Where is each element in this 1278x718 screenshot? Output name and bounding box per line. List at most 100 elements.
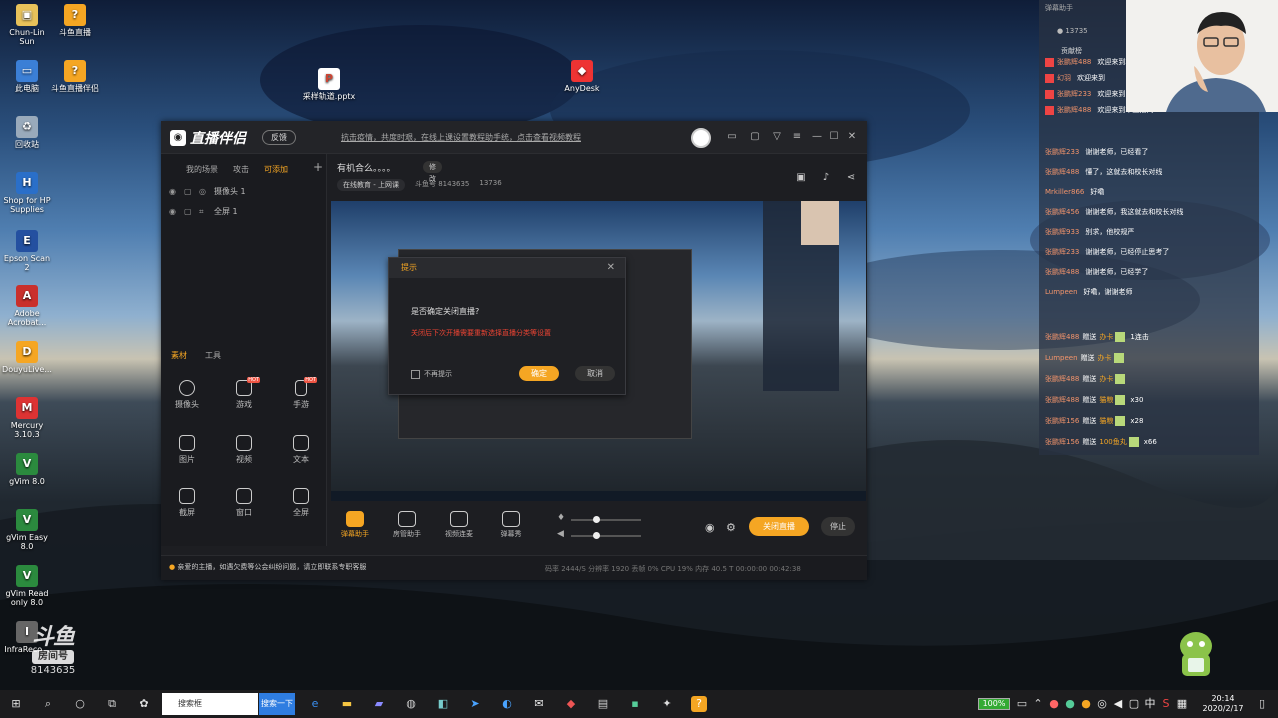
slider-knob[interactable]	[593, 516, 600, 523]
video-link-button[interactable]: 视频连麦	[439, 511, 479, 539]
pause-button[interactable]: 停止	[821, 517, 855, 536]
maximize-icon[interactable]: ☐	[828, 131, 840, 143]
chat-username[interactable]: 张鹏辉233	[1045, 248, 1079, 256]
browser-icon[interactable]: ◐	[499, 696, 515, 712]
notification-icon[interactable]: ▯	[1254, 696, 1270, 712]
globe-icon[interactable]: ◍	[403, 696, 419, 712]
chat-username[interactable]: 张鹏辉488	[1057, 58, 1091, 66]
task-view-icon[interactable]: ⧉	[104, 696, 120, 712]
gift-username[interactable]: 张鹏辉156	[1045, 438, 1079, 446]
eye-icon[interactable]: ◉	[169, 187, 178, 196]
vs-icon[interactable]: ▰	[371, 696, 387, 712]
menu-icon[interactable]: ≡	[791, 131, 803, 143]
chat-username[interactable]: 张鹏辉456	[1045, 208, 1079, 216]
desktop-icon-douyu-companion[interactable]: ? 斗鱼直播伴侣	[47, 60, 103, 93]
search-icon[interactable]: ⌕	[40, 696, 56, 712]
tool-camera[interactable]: 摄像头	[167, 380, 207, 410]
lock-icon[interactable]: ▢	[184, 207, 193, 216]
filter-icon[interactable]: ▽	[771, 131, 783, 143]
wechat-tray-icon[interactable]: ●	[1062, 696, 1078, 712]
tool-screenshot[interactable]: 截屏	[167, 488, 207, 518]
douyu-taskbar-icon[interactable]: ?	[691, 696, 707, 712]
avatar[interactable]	[691, 128, 711, 148]
desktop-icon-gvim[interactable]: VgVim 8.0	[2, 453, 52, 486]
store-icon[interactable]: ▤	[595, 696, 611, 712]
tool-video[interactable]: 视频	[224, 435, 264, 465]
tray-square-icon[interactable]: ▢	[1126, 696, 1142, 712]
stop-stream-button[interactable]: 关闭直播	[749, 517, 809, 536]
desktop-icon-gvim-easy[interactable]: VgVim Easy 8.0	[2, 509, 52, 551]
share-icon[interactable]: ⋖	[845, 172, 857, 184]
room-admin-button[interactable]: 房管助手	[387, 511, 427, 539]
minimize-icon[interactable]: —	[811, 131, 823, 143]
layout-icon[interactable]: ▣	[795, 172, 807, 184]
tab-tools[interactable]: 工具	[205, 350, 221, 361]
desktop-icon-douyulive[interactable]: D DouyuLive...	[2, 341, 52, 374]
speaker-volume-slider[interactable]	[571, 532, 641, 539]
danmu-show-button[interactable]: 弹幕秀	[491, 511, 531, 539]
desktop-icon-epson[interactable]: E Epson Scan 2	[2, 230, 52, 272]
tool-window[interactable]: 窗口	[224, 488, 264, 518]
chat-username[interactable]: Lumpeen	[1045, 288, 1078, 296]
tab-attack[interactable]: 攻击	[233, 164, 249, 175]
input-method-icon[interactable]: 中	[1142, 696, 1158, 712]
danmu-assistant-button[interactable]: 弹幕助手	[335, 511, 375, 539]
fox-icon[interactable]: ✦	[659, 696, 675, 712]
battery-indicator[interactable]: 100%	[978, 698, 1010, 710]
clock[interactable]: 20:14 2020/2/17	[1200, 694, 1246, 714]
tool-fullscreen[interactable]: 全屏	[281, 488, 321, 518]
dialog-close-icon[interactable]: ✕	[607, 262, 615, 273]
mic-volume-slider[interactable]	[571, 516, 641, 523]
app-icon[interactable]: ✿	[136, 696, 152, 712]
tab-addable[interactable]: 可添加	[264, 164, 288, 175]
close-icon[interactable]: ✕	[846, 131, 858, 143]
gift-rank-tab[interactable]: 贡献榜	[1061, 46, 1082, 56]
telegram-icon[interactable]: ➤	[467, 696, 483, 712]
tray-up-icon[interactable]: ⌃	[1030, 696, 1046, 712]
chat-username[interactable]: 幻羽	[1057, 74, 1071, 82]
mail-icon[interactable]: ✉	[531, 696, 547, 712]
desktop-icon-mercury[interactable]: M Mercury 3.10.3	[2, 397, 52, 439]
category-selector[interactable]: 在线教育 - 上网课	[337, 179, 405, 191]
source-item-fullscreen[interactable]: ◉ ▢ ⌗ 全屏 1	[169, 206, 238, 217]
chat-username[interactable]: 张鹏辉233	[1057, 90, 1091, 98]
antivirus-icon[interactable]: S	[1158, 696, 1174, 712]
notes-icon[interactable]: ◧	[435, 696, 451, 712]
tab-materials[interactable]: 素材	[171, 350, 187, 361]
terminal-icon[interactable]: ▪	[627, 696, 643, 712]
desktop-icon-acrobat[interactable]: A Adobe Acrobat...	[2, 285, 52, 327]
volume-icon[interactable]: ◀	[1110, 696, 1126, 712]
confirm-button[interactable]: 确定	[519, 366, 559, 381]
chat-username[interactable]: 张鹏辉933	[1045, 228, 1079, 236]
windows-start-icon[interactable]: ⊞	[8, 696, 24, 712]
dont-remind-checkbox[interactable]: 不再提示	[411, 369, 452, 379]
desktop-icon-chunlin[interactable]: ▣ Chun-Lin Sun	[2, 4, 52, 46]
edge-icon[interactable]: e	[307, 696, 323, 712]
desktop-icon-hp[interactable]: H Shop for HP Supplies	[2, 172, 52, 214]
taskbar-search-button[interactable]: 搜索一下	[259, 693, 295, 715]
desktop-icon-pptx[interactable]: P 采样轨道.pptx	[301, 68, 357, 101]
desktop-icon-gvim-read[interactable]: VgVim Read only 8.0	[2, 565, 52, 607]
chat-username[interactable]: 张鹏辉488	[1045, 268, 1079, 276]
eye-icon[interactable]: ◉	[705, 521, 715, 534]
eye-icon[interactable]: ◉	[169, 207, 178, 216]
desktop-icon-recycle-bin[interactable]: ♻ 回收站	[2, 116, 52, 149]
chat-username[interactable]: Mrkiller866	[1045, 188, 1084, 196]
folder-icon[interactable]: ▬	[339, 696, 355, 712]
screen-icon[interactable]: ▭	[726, 131, 738, 143]
cortana-icon[interactable]: ○	[72, 696, 88, 712]
gift-username[interactable]: Lumpeen	[1045, 354, 1078, 362]
tray-app-icon[interactable]: ●	[1046, 696, 1062, 712]
chat-username[interactable]: 张鹏辉233	[1045, 148, 1079, 156]
gift-username[interactable]: 张鹏辉488	[1045, 375, 1079, 383]
cancel-button[interactable]: 取消	[575, 366, 615, 381]
shirt-icon[interactable]: ▢	[749, 131, 761, 143]
gift-username[interactable]: 张鹏辉488	[1045, 333, 1079, 341]
anydesk-taskbar-icon[interactable]: ◆	[563, 696, 579, 712]
feedback-button[interactable]: 反馈	[262, 130, 296, 145]
edit-title-button[interactable]: 修改	[423, 161, 442, 183]
battery-icon[interactable]: ▭	[1014, 696, 1030, 712]
settings-gear-icon[interactable]: ⚙	[726, 521, 736, 534]
source-item-camera[interactable]: ◉ ▢ ◎ 摄像头 1	[169, 186, 246, 197]
bell-icon[interactable]: ♪	[820, 172, 832, 184]
